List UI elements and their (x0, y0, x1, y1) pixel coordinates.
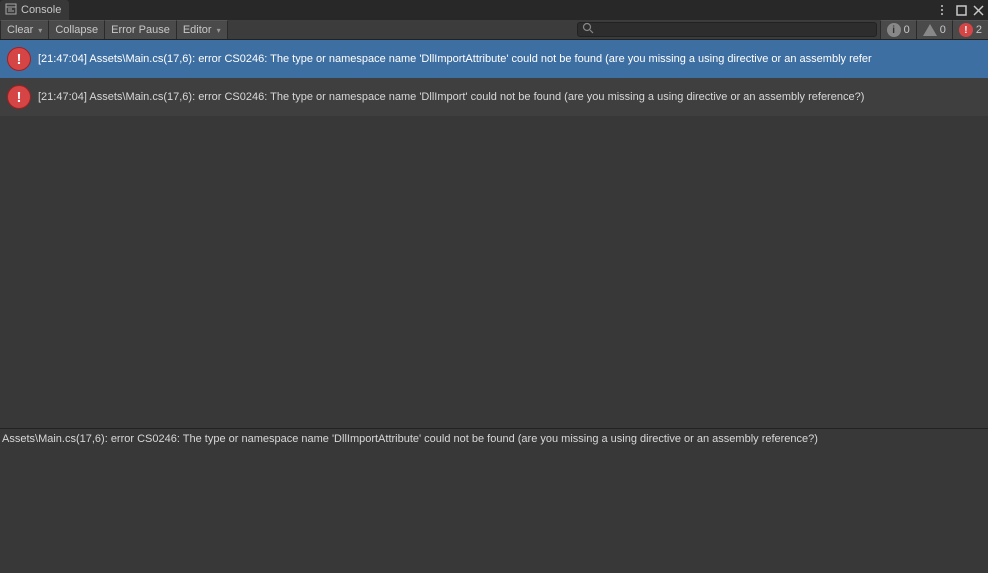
log-row[interactable]: ! [21:47:04] Assets\Main.cs(17,6): error… (0, 40, 988, 78)
error-count-toggle[interactable]: ! 2 (952, 20, 988, 39)
search-input[interactable] (594, 24, 872, 36)
console-tab[interactable]: Console (0, 0, 69, 20)
error-pause-button[interactable]: Error Pause (105, 20, 177, 39)
window-controls (940, 0, 984, 20)
error-icon: ! (6, 46, 32, 72)
detail-pane: Assets\Main.cs(17,6): error CS0246: The … (0, 428, 988, 573)
detail-text: Assets\Main.cs(17,6): error CS0246: The … (2, 433, 818, 445)
log-list: ! [21:47:04] Assets\Main.cs(17,6): error… (0, 40, 988, 428)
error-count: 2 (976, 24, 982, 36)
error-icon: ! (959, 23, 973, 37)
log-text: [21:47:04] Assets\Main.cs(17,6): error C… (38, 91, 864, 103)
warning-icon (923, 24, 937, 36)
toolbar: Clear Collapse Error Pause Editor i 0 0 … (0, 20, 988, 40)
menu-icon[interactable] (940, 4, 950, 16)
info-icon: i (887, 23, 901, 37)
tab-title: Console (21, 4, 61, 16)
tab-bar: Console (0, 0, 988, 20)
error-icon: ! (6, 84, 32, 110)
warn-count-toggle[interactable]: 0 (916, 20, 952, 39)
info-count-toggle[interactable]: i 0 (880, 20, 916, 39)
maximize-icon[interactable] (956, 5, 967, 16)
console-icon (5, 3, 17, 18)
warn-count: 0 (940, 24, 946, 36)
editor-button[interactable]: Editor (177, 20, 228, 39)
log-text: [21:47:04] Assets\Main.cs(17,6): error C… (38, 53, 872, 65)
collapse-button[interactable]: Collapse (49, 20, 105, 39)
info-count: 0 (904, 24, 910, 36)
search-box[interactable] (577, 22, 877, 37)
log-row[interactable]: ! [21:47:04] Assets\Main.cs(17,6): error… (0, 78, 988, 116)
search-icon (582, 22, 594, 37)
spacer (228, 20, 574, 39)
close-icon[interactable] (973, 5, 984, 16)
clear-button[interactable]: Clear (0, 20, 49, 39)
